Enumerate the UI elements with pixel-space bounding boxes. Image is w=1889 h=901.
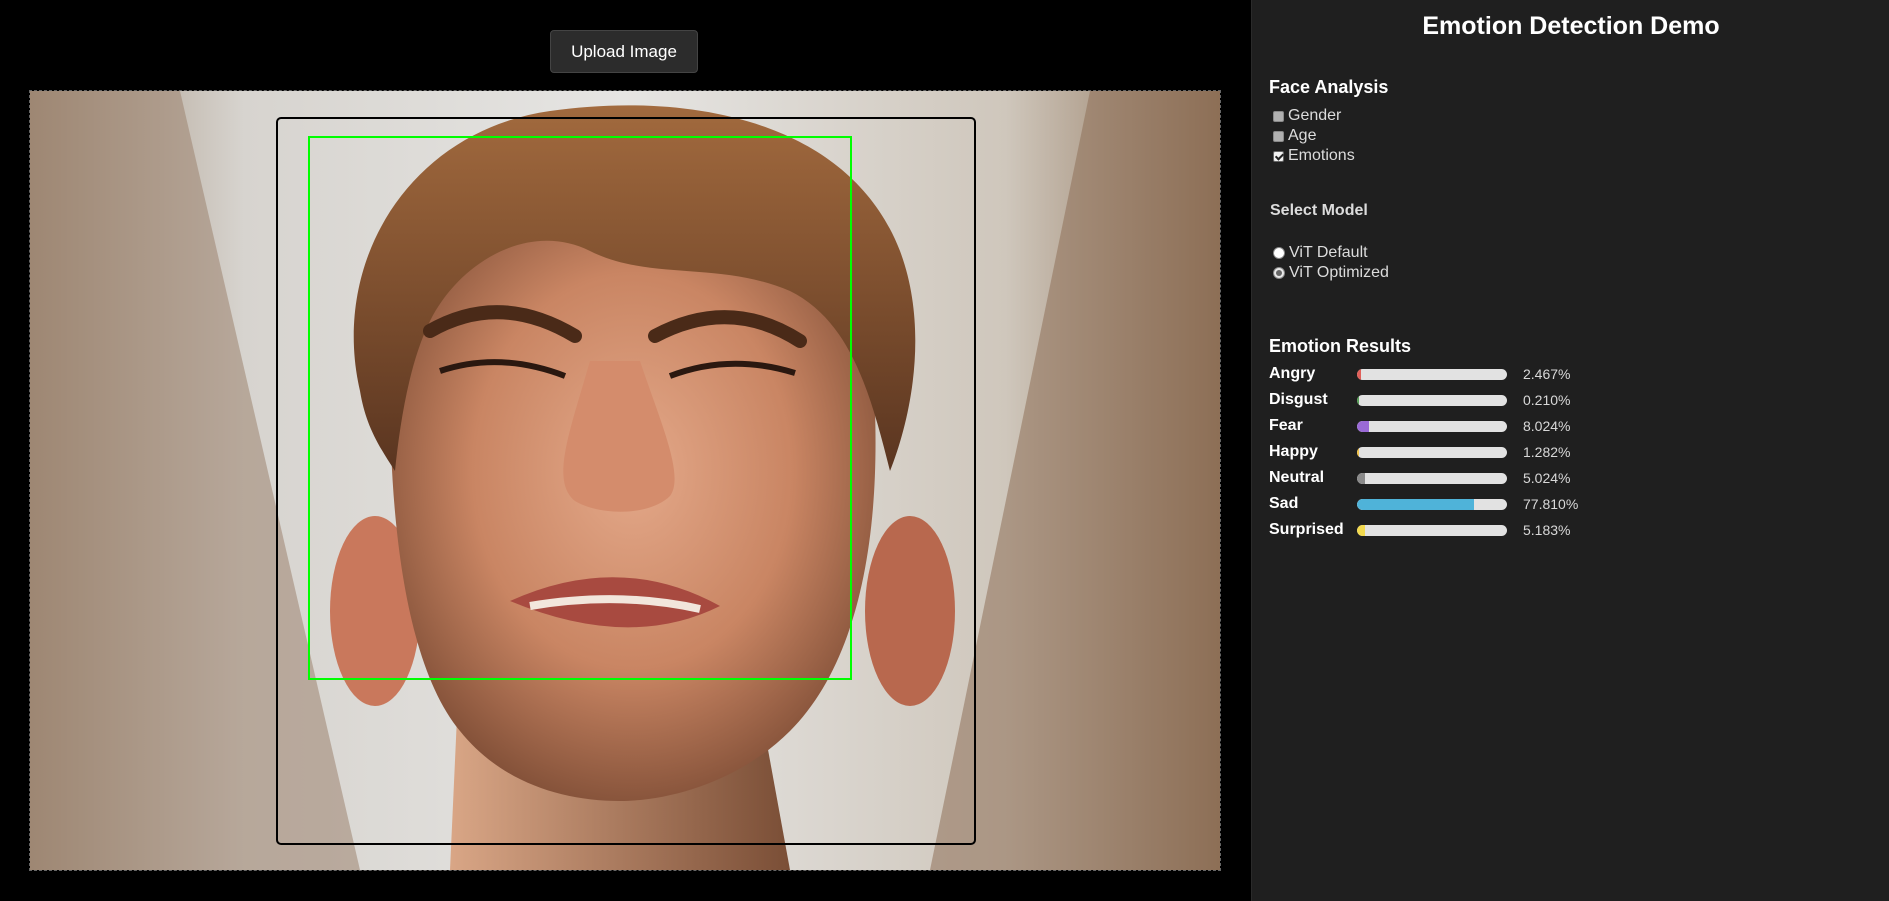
app-title: Emotion Detection Demo — [1422, 12, 1720, 40]
emotion-progress-bar — [1357, 369, 1507, 380]
age-label: Age — [1288, 127, 1317, 144]
emotion-progress-fill — [1357, 525, 1365, 536]
emotion-value: 0.210% — [1523, 392, 1571, 408]
emotion-progress-fill — [1357, 499, 1474, 510]
upload-image-button[interactable]: Upload Image — [550, 30, 698, 73]
emotion-label: Sad — [1269, 495, 1299, 512]
age-option[interactable]: Age — [1273, 126, 1316, 146]
emotion-value: 77.810% — [1523, 496, 1579, 512]
emotion-label: Neutral — [1269, 469, 1325, 486]
face-analysis-title: Face Analysis — [1269, 77, 1389, 97]
emotion-results-title: Emotion Results — [1269, 336, 1412, 356]
emotion-row-disgust: Disgust 0.210% — [1269, 390, 1689, 412]
emotion-progress-bar — [1357, 473, 1507, 484]
emotion-row-fear: Fear 8.024% — [1269, 416, 1689, 438]
vit-optimized-radio[interactable] — [1273, 267, 1285, 279]
emotion-progress-bar — [1357, 395, 1507, 406]
vit-optimized-option[interactable]: ViT Optimized — [1273, 263, 1389, 283]
emotion-label: Surprised — [1269, 521, 1344, 538]
emotion-label: Angry — [1269, 365, 1316, 382]
emotion-row-sad: Sad 77.810% — [1269, 494, 1689, 516]
emotion-row-surprised: Surprised 5.183% — [1269, 520, 1689, 542]
age-checkbox[interactable] — [1273, 130, 1284, 142]
vit-default-label: ViT Default — [1289, 244, 1368, 261]
emotion-progress-bar — [1357, 499, 1507, 510]
emotion-row-happy: Happy 1.282% — [1269, 442, 1689, 464]
emotion-progress-bar — [1357, 421, 1507, 432]
emotion-row-neutral: Neutral 5.024% — [1269, 468, 1689, 490]
gender-checkbox[interactable] — [1273, 110, 1284, 122]
emotion-label: Fear — [1269, 417, 1303, 434]
emotion-progress-fill — [1357, 369, 1361, 380]
gender-label: Gender — [1288, 107, 1342, 124]
emotion-label: Happy — [1269, 443, 1318, 460]
emotion-progress-fill — [1357, 395, 1359, 406]
emotion-progress-fill — [1357, 447, 1359, 458]
vit-default-option[interactable]: ViT Default — [1273, 243, 1368, 263]
emotion-value: 2.467% — [1523, 366, 1571, 382]
emotion-progress-fill — [1357, 473, 1365, 484]
emotion-label: Disgust — [1269, 391, 1328, 408]
vit-default-radio[interactable] — [1273, 247, 1285, 259]
emotions-label: Emotions — [1288, 147, 1355, 164]
emotion-progress-bar — [1357, 447, 1507, 458]
app-root: Upload Image Emotion Detection Demo Face… — [0, 0, 1889, 901]
emotion-value: 1.282% — [1523, 444, 1571, 460]
emotions-option[interactable]: Emotions — [1273, 146, 1355, 166]
image-panel: Upload Image — [0, 0, 1251, 901]
emotion-progress-bar — [1357, 525, 1507, 536]
gender-option[interactable]: Gender — [1273, 106, 1341, 126]
emotions-checkbox[interactable] — [1273, 150, 1284, 162]
emotion-value: 8.024% — [1523, 418, 1571, 434]
emotion-value: 5.024% — [1523, 470, 1571, 486]
emotion-value: 5.183% — [1523, 522, 1571, 538]
emotion-progress-fill — [1357, 421, 1370, 432]
vit-optimized-label: ViT Optimized — [1289, 264, 1389, 281]
face-image — [30, 91, 1220, 870]
emotion-row-angry: Angry 2.467% — [1269, 364, 1689, 386]
sidebar: Emotion Detection Demo Face Analysis Gen… — [1251, 0, 1889, 901]
select-model-title: Select Model — [1270, 202, 1368, 219]
image-canvas — [29, 90, 1221, 871]
